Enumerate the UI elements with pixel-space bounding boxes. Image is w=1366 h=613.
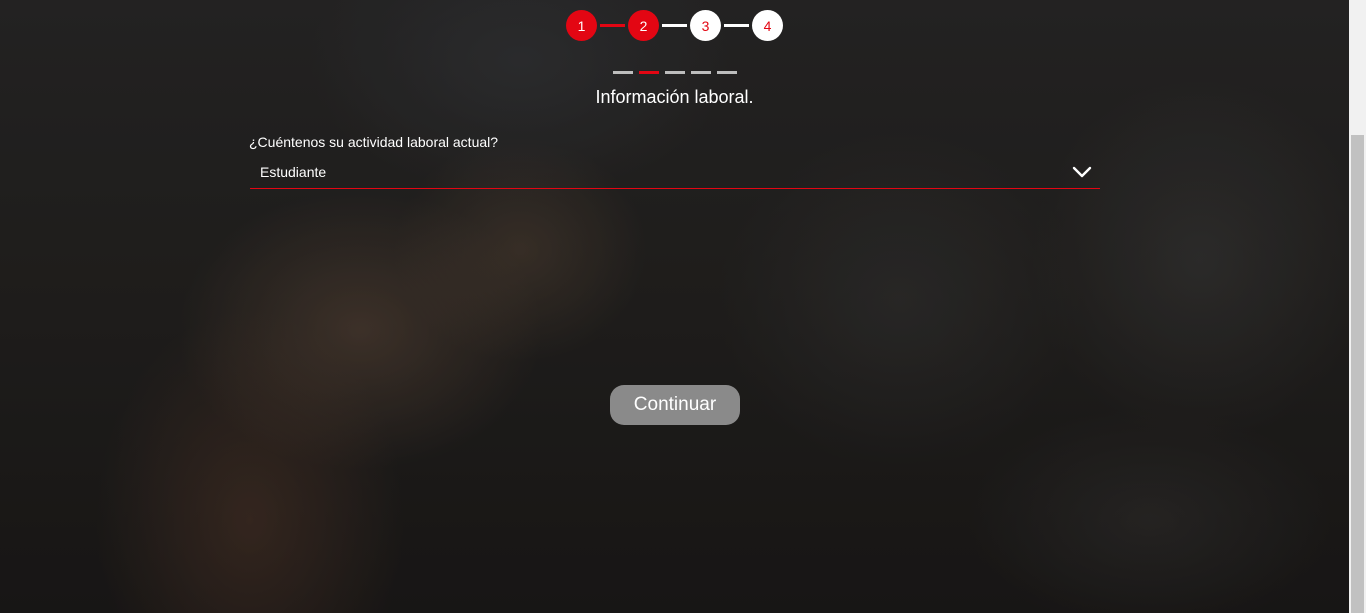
- sub-progress-dash: [691, 71, 711, 74]
- activity-select[interactable]: Estudiante: [250, 158, 1100, 189]
- step-connector-3: [724, 24, 749, 27]
- sub-progress-dash: [639, 71, 659, 74]
- scrollbar[interactable]: [1349, 0, 1366, 613]
- activity-label: ¿Cuéntenos su actividad laboral actual?: [249, 134, 499, 150]
- sub-progress-dash: [613, 71, 633, 74]
- step-connector-1: [600, 24, 625, 27]
- section-title: Información laboral.: [595, 87, 754, 107]
- continue-button[interactable]: Continuar: [610, 385, 740, 425]
- step-3-label: 3: [701, 17, 710, 34]
- sub-progress-dash: [717, 71, 737, 74]
- step-4: 4: [752, 10, 783, 41]
- sub-progress-dash: [665, 71, 685, 74]
- step-4-label: 4: [763, 17, 772, 34]
- scrollbar-thumb[interactable]: [1351, 135, 1364, 613]
- step-1: 1: [566, 10, 597, 41]
- page: 1 2 3 4 Información laboral. ¿Cuéntenos …: [0, 0, 1366, 613]
- step-2: 2: [628, 10, 659, 41]
- chevron-down-icon: [1072, 166, 1092, 178]
- step-3: 3: [690, 10, 721, 41]
- activity-select-value: Estudiante: [260, 164, 327, 180]
- step-1-label: 1: [577, 17, 586, 34]
- sub-progress: [613, 71, 743, 74]
- step-connector-2: [662, 24, 687, 27]
- step-2-label: 2: [639, 17, 648, 34]
- stepper: 1 2 3 4: [566, 10, 783, 41]
